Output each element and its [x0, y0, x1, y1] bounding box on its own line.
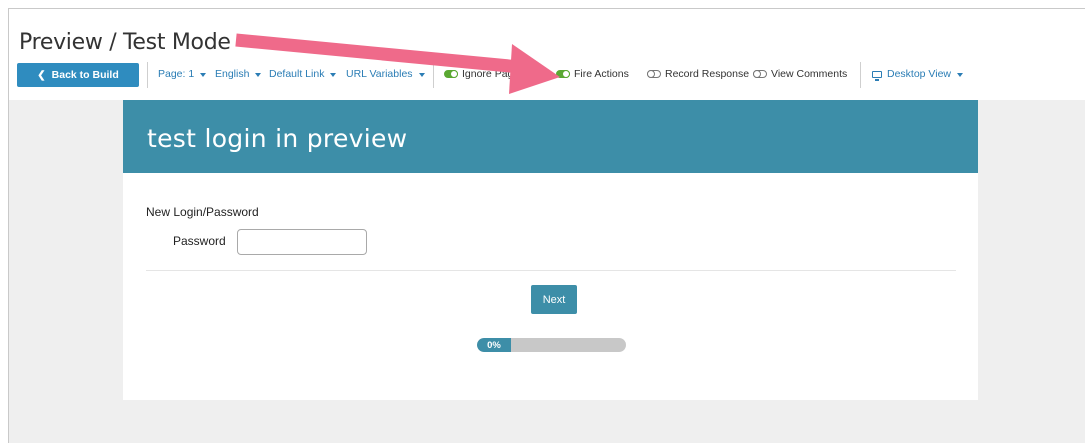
toggle-off-icon	[647, 70, 661, 78]
ignore-page-label: Ignore Pag	[462, 68, 514, 80]
caret-down-icon	[418, 72, 425, 77]
ignore-page-toggle[interactable]: Ignore Pag	[444, 68, 513, 80]
view-mode-dropdown[interactable]: Desktop View	[872, 68, 964, 81]
toggle-on-icon	[556, 70, 570, 78]
caret-down-icon	[330, 72, 337, 77]
record-response-label: Record Response	[665, 68, 750, 80]
toolbar-divider	[433, 62, 434, 88]
chevron-left-icon: ❮	[37, 69, 46, 81]
password-field[interactable]	[237, 229, 367, 255]
progress-bar: 0%	[477, 338, 626, 352]
link-dropdown[interactable]: Default Link	[269, 68, 337, 80]
page-dropdown-label: Page: 1	[158, 68, 195, 80]
back-to-build-button[interactable]: ❮ Back to Build	[17, 63, 139, 87]
page-dropdown[interactable]: Page: 1	[158, 68, 207, 80]
fire-actions-label: Fire Actions	[574, 68, 629, 80]
url-variables-dropdown[interactable]: URL Variables	[346, 68, 425, 80]
fire-actions-toggle[interactable]: Fire Actions	[556, 68, 629, 80]
toolbar-divider	[147, 62, 148, 88]
view-mode-label: Desktop View	[887, 68, 952, 80]
url-variables-label: URL Variables	[346, 68, 413, 80]
page-title: Preview / Test Mode	[19, 30, 231, 55]
next-button[interactable]: Next	[531, 285, 577, 314]
view-comments-label: View Comments	[771, 68, 848, 80]
language-dropdown-label: English	[215, 68, 250, 80]
desktop-monitor-icon	[872, 70, 882, 81]
password-label: Password	[173, 234, 226, 248]
caret-down-icon	[957, 72, 964, 77]
view-comments-toggle[interactable]: View Comments	[753, 68, 847, 80]
toggle-on-icon	[444, 70, 458, 78]
survey-header: test login in preview	[123, 100, 978, 173]
preview-toolbar: ❮ Back to Build Page: 1 English Default …	[17, 62, 1085, 88]
progress-bar-fill: 0%	[477, 338, 511, 352]
question-title: New Login/Password	[146, 205, 259, 219]
record-response-toggle[interactable]: Record Response	[647, 68, 749, 80]
caret-down-icon	[200, 72, 207, 77]
question-divider	[146, 270, 956, 271]
survey-page: test login in preview New Login/Password…	[123, 100, 978, 400]
survey-title: test login in preview	[147, 124, 408, 153]
link-dropdown-label: Default Link	[269, 68, 325, 80]
back-to-build-label: Back to Build	[51, 69, 119, 81]
caret-down-icon	[255, 72, 262, 77]
toolbar-divider	[860, 62, 861, 88]
language-dropdown[interactable]: English	[215, 68, 262, 80]
progress-text: 0%	[487, 339, 501, 351]
toggle-off-icon	[753, 70, 767, 78]
